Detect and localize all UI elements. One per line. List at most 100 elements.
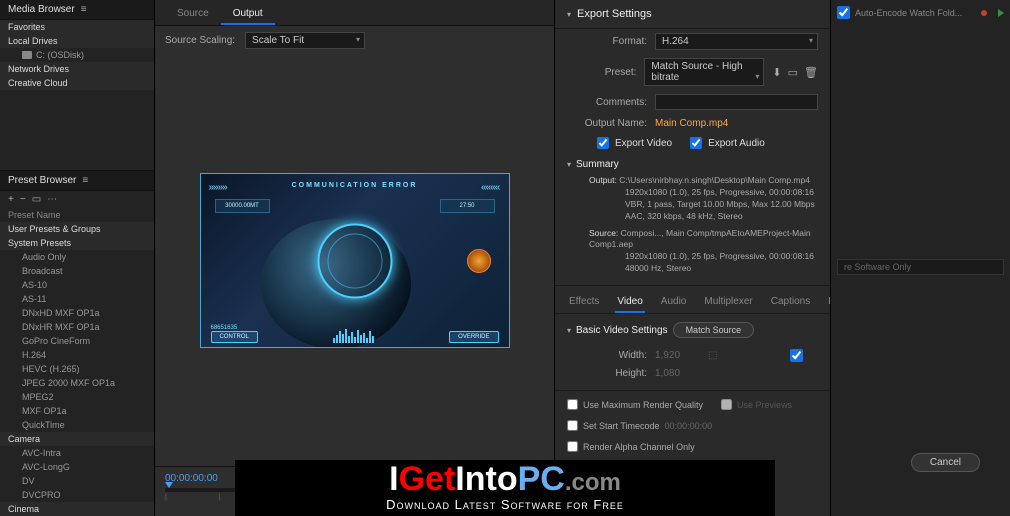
- preset-row: Preset: Match Source - High bitrate ⬇ ▭ …: [567, 54, 818, 90]
- hud-radar-icon: [467, 249, 491, 273]
- camera-section[interactable]: Camera: [0, 432, 154, 446]
- match-source-button[interactable]: Match Source: [673, 322, 755, 338]
- preset-item[interactable]: AS-11: [0, 292, 154, 306]
- summary-source: Source: Composi..., Main Comp/tmpAEtoAME…: [567, 228, 818, 276]
- hud-bottom: 68651635 CONTROL OVERRIDE: [201, 325, 509, 343]
- remove-preset-icon[interactable]: −: [20, 194, 26, 205]
- preset-item[interactable]: JPEG 2000 MXF OP1a: [0, 376, 154, 390]
- set-start-option[interactable]: Set Start Timecode 00:00:00:00: [567, 420, 712, 431]
- favorites-section[interactable]: Favorites: [0, 20, 154, 34]
- media-browser-tab[interactable]: Media Browser: [8, 4, 75, 15]
- preview-panel: Source Output Source Scaling: Scale To F…: [155, 0, 555, 516]
- preset-item[interactable]: DV: [0, 474, 154, 488]
- format-dropdown[interactable]: H.264: [655, 33, 818, 50]
- set-start-checkbox[interactable]: [567, 420, 578, 431]
- output-name-link[interactable]: Main Comp.mp4: [655, 118, 728, 129]
- preset-tree: User Presets & Groups System Presets Aud…: [0, 222, 154, 516]
- width-match-checkbox[interactable]: [790, 349, 803, 362]
- preset-item[interactable]: Broadcast: [0, 264, 154, 278]
- export-video-label: Export Video: [615, 138, 672, 149]
- equalizer-icon: [333, 327, 374, 343]
- preset-item[interactable]: DVCPRO: [0, 488, 154, 502]
- delete-preset-icon[interactable]: 🗑: [804, 66, 818, 79]
- use-previews-checkbox: [721, 399, 732, 410]
- export-settings-header[interactable]: Export Settings: [555, 0, 830, 29]
- export-audio-checkbox[interactable]: [690, 137, 702, 149]
- system-presets[interactable]: System Presets: [0, 236, 154, 250]
- tab-output[interactable]: Output: [221, 4, 275, 25]
- hud-title: COMMUNICATION ERROR: [292, 182, 418, 189]
- max-quality-option[interactable]: Use Maximum Render Quality: [567, 399, 703, 410]
- comments-input[interactable]: [655, 94, 818, 110]
- drive-c[interactable]: C: (OSDisk): [0, 48, 154, 62]
- tab-audio[interactable]: Audio: [659, 292, 689, 313]
- settings-body: Format: H.264 Preset: Match Source - Hig…: [555, 29, 830, 153]
- tab-video[interactable]: Video: [615, 292, 644, 313]
- alpha-checkbox[interactable]: [567, 441, 578, 452]
- local-drives-section[interactable]: Local Drives: [0, 34, 154, 48]
- basic-video-title[interactable]: Basic Video Settings Match Source: [567, 322, 818, 338]
- height-value[interactable]: 1,080: [655, 368, 680, 379]
- max-quality-checkbox[interactable]: [567, 399, 578, 410]
- preset-item[interactable]: AVC-LongG: [0, 460, 154, 474]
- preset-browser-tab[interactable]: Preset Browser: [8, 175, 76, 186]
- media-browser-panel: Media Browser ≡ Favorites Local Drives C…: [0, 0, 155, 516]
- play-icon[interactable]: [998, 9, 1004, 17]
- tab-effects[interactable]: Effects: [567, 292, 601, 313]
- preset-item[interactable]: MPEG2: [0, 390, 154, 404]
- user-presets[interactable]: User Presets & Groups: [0, 222, 154, 236]
- panel-menu-icon[interactable]: ≡: [82, 175, 88, 186]
- playhead-icon[interactable]: [165, 482, 173, 488]
- preset-item[interactable]: DNxHR MXF OP1a: [0, 320, 154, 334]
- preset-item[interactable]: DNxHD MXF OP1a: [0, 306, 154, 320]
- override-button: OVERRIDE: [449, 331, 498, 343]
- preview-area: »»»» »»»» COMMUNICATION ERROR 30000.00MT…: [155, 55, 554, 466]
- preset-item[interactable]: HEVC (H.265): [0, 362, 154, 376]
- network-drives-section[interactable]: Network Drives: [0, 62, 154, 76]
- cinema-section[interactable]: Cinema: [0, 502, 154, 516]
- tab-source[interactable]: Source: [165, 4, 221, 25]
- export-video-checkbox[interactable]: [597, 137, 609, 149]
- preset-item[interactable]: GoPro CineForm: [0, 334, 154, 348]
- comments-label: Comments:: [567, 97, 647, 108]
- preset-folder-icon[interactable]: ▭: [32, 194, 41, 205]
- preset-icons: ⬇ ▭ 🗑: [772, 66, 818, 79]
- output-name-row: Output Name: Main Comp.mp4: [567, 114, 818, 133]
- preset-item[interactable]: H.264: [0, 348, 154, 362]
- hud-reticle: [317, 223, 392, 298]
- format-row: Format: H.264: [567, 29, 818, 54]
- tab-multiplexer[interactable]: Multiplexer: [702, 292, 754, 313]
- preset-settings-icon[interactable]: ⋯: [47, 194, 57, 205]
- auto-encode-checkbox[interactable]: [837, 6, 850, 19]
- preset-item[interactable]: Audio Only: [0, 250, 154, 264]
- preset-dropdown[interactable]: Match Source - High bitrate: [644, 58, 764, 86]
- stop-icon[interactable]: [981, 10, 987, 16]
- tab-captions[interactable]: Captions: [769, 292, 812, 313]
- close-icon[interactable]: ≡: [81, 4, 87, 15]
- summary-title[interactable]: Summary: [567, 159, 818, 170]
- summary-output: Output: C:\Users\nirbhay.n.singh\Desktop…: [567, 175, 818, 223]
- link-dimensions-icon[interactable]: ⬚: [708, 350, 717, 361]
- export-audio-label: Export Audio: [708, 138, 765, 149]
- preset-item[interactable]: QuickTime: [0, 418, 154, 432]
- auto-encode-row: Auto-Encode Watch Fold...: [837, 6, 1004, 19]
- queue-panel: Auto-Encode Watch Fold... re Software On…: [830, 0, 1010, 516]
- import-preset-icon[interactable]: ▭: [788, 66, 798, 79]
- preset-item[interactable]: AS-10: [0, 278, 154, 292]
- watermark-subtitle: Download Latest Software for Free: [235, 497, 775, 512]
- save-preset-icon[interactable]: ⬇: [772, 66, 781, 79]
- width-value[interactable]: 1,920: [655, 350, 680, 361]
- watermark: IGetIntoPC.com Download Latest Software …: [235, 460, 775, 516]
- preset-item[interactable]: AVC-Intra: [0, 446, 154, 460]
- creative-cloud-section[interactable]: Creative Cloud: [0, 76, 154, 90]
- preview-image: »»»» »»»» COMMUNICATION ERROR 30000.00MT…: [200, 173, 510, 348]
- summary-block: Summary Output: C:\Users\nirbhay.n.singh…: [555, 153, 830, 285]
- add-preset-icon[interactable]: +: [8, 194, 14, 205]
- renderer-dropdown[interactable]: re Software Only: [837, 259, 1004, 275]
- scaling-dropdown[interactable]: Scale To Fit: [245, 32, 365, 49]
- video-settings: Basic Video Settings Match Source Width:…: [555, 314, 830, 390]
- alpha-option[interactable]: Render Alpha Channel Only: [567, 441, 695, 452]
- preset-item[interactable]: MXF OP1a: [0, 404, 154, 418]
- height-label: Height:: [597, 368, 647, 379]
- bottom-options: Use Maximum Render Quality Use Previews …: [555, 390, 830, 460]
